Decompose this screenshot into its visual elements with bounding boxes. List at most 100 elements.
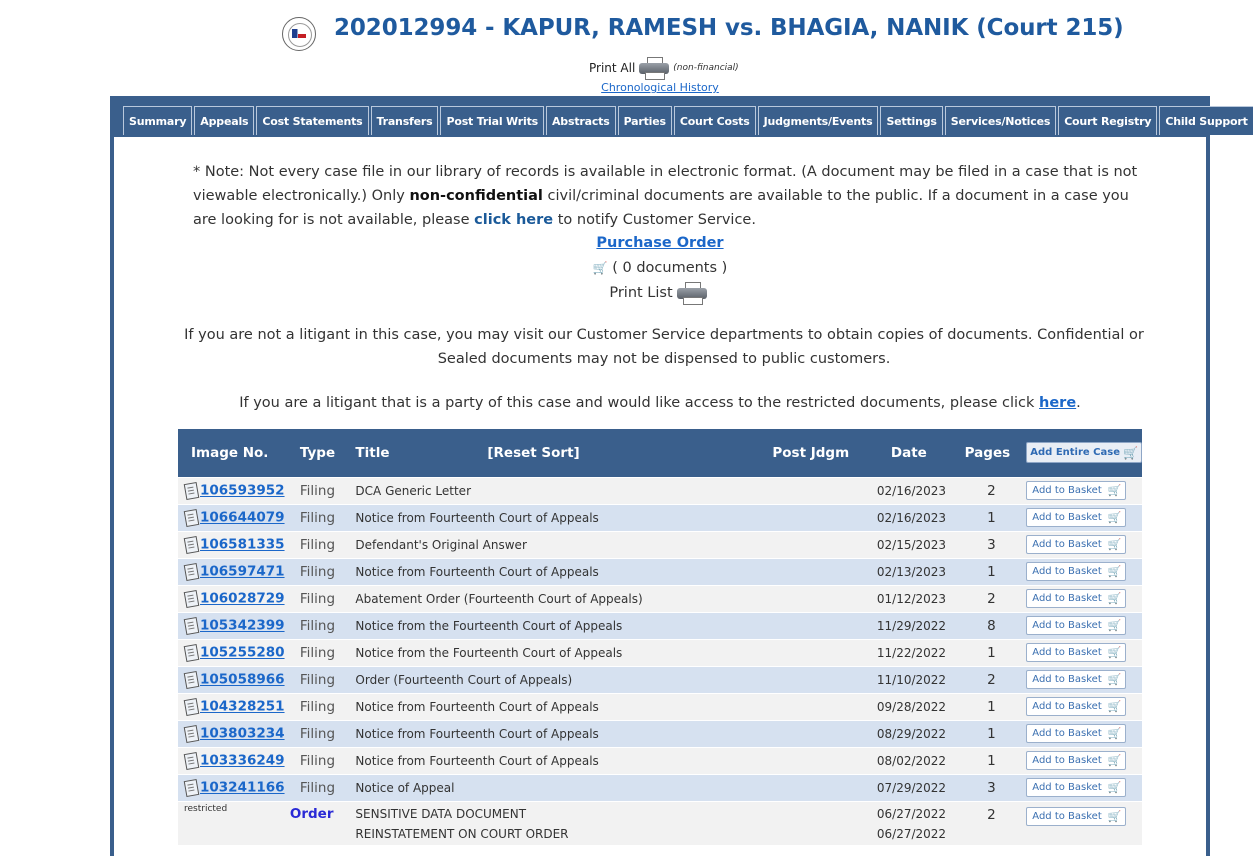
image-link[interactable]: 106644079 [200, 510, 285, 526]
image-link[interactable]: 105342399 [200, 618, 285, 634]
pages-cell: 3 [957, 774, 1027, 801]
printer-icon[interactable] [639, 57, 669, 79]
reset-sort-text[interactable]: [Reset Sort] [487, 445, 579, 461]
col-add: Add Entire Case🛒 [1026, 429, 1142, 477]
add-to-basket-button[interactable]: Add to Basket🛒 [1026, 535, 1126, 554]
basket-cell: Add to Basket🛒 [1026, 612, 1142, 639]
col-image-no[interactable]: Image No. [178, 429, 290, 477]
document-icon[interactable] [184, 590, 198, 607]
availability-note: * Note: Not every case file in our libra… [193, 160, 1143, 232]
add-to-basket-button[interactable]: Add to Basket🛒 [1026, 616, 1126, 635]
purchase-order-link[interactable]: Purchase Order [596, 235, 723, 251]
pages-cell: 1 [957, 720, 1027, 747]
document-icon[interactable] [184, 563, 198, 580]
image-link[interactable]: 106581335 [200, 537, 285, 553]
tab-judgments-events[interactable]: Judgments/Events [758, 106, 879, 135]
post-jdgm-cell [772, 504, 877, 531]
cart-icon: 🛒 [1108, 673, 1122, 686]
document-icon[interactable] [184, 671, 198, 688]
page-header: 202012994 - KAPUR, RAMESH vs. BHAGIA, NA… [0, 14, 1253, 54]
document-icon[interactable] [184, 482, 198, 499]
cart-icon[interactable]: 🛒 [593, 261, 608, 275]
pages-cell: 3 [957, 531, 1027, 558]
image-no-cell: 105342399 [178, 612, 290, 639]
type-cell: Order [290, 801, 356, 845]
document-icon[interactable] [184, 644, 198, 661]
pages-cell: 2 [957, 585, 1027, 612]
document-icon[interactable] [184, 509, 198, 526]
add-to-basket-button[interactable]: Add to Basket🛒 [1026, 508, 1126, 527]
col-post-jdgm[interactable]: Post Jdgm [772, 429, 877, 477]
chronological-history-link[interactable]: Chronological History [601, 81, 719, 94]
add-to-basket-button[interactable]: Add to Basket🛒 [1026, 724, 1126, 743]
image-link[interactable]: 104328251 [200, 699, 285, 715]
image-link[interactable]: 105058966 [200, 672, 285, 688]
tab-court-registry[interactable]: Court Registry [1058, 106, 1157, 135]
document-icon[interactable] [184, 536, 198, 553]
restricted-label: restricted [178, 801, 290, 845]
table-row-restricted: restrictedOrderSENSITIVE DATA DOCUMENTRE… [178, 801, 1142, 845]
tab-cost-statements[interactable]: Cost Statements [256, 106, 368, 135]
print-list-printer-icon[interactable] [677, 282, 707, 304]
add-to-basket-button[interactable]: Add to Basket🛒 [1026, 562, 1126, 581]
col-date[interactable]: Date [877, 429, 957, 477]
chronological-history-row: Chronological History [0, 81, 1253, 94]
col-title[interactable]: Title [355, 429, 487, 477]
reset-sort-link[interactable]: [Reset Sort] [487, 429, 772, 477]
date-cell: 11/29/2022 [877, 612, 957, 639]
add-to-basket-button[interactable]: Add to Basket🛒 [1026, 807, 1126, 826]
document-icon[interactable] [184, 698, 198, 715]
cart-icon: 🛒 [1108, 484, 1122, 497]
image-link[interactable]: 106593952 [200, 483, 285, 499]
image-no-cell: 106581335 [178, 531, 290, 558]
image-link[interactable]: 106597471 [200, 564, 285, 580]
image-link[interactable]: 105255280 [200, 645, 285, 661]
tab-transfers[interactable]: Transfers [371, 106, 439, 135]
image-link[interactable]: 103336249 [200, 753, 285, 769]
date-cell: 08/29/2022 [877, 720, 957, 747]
document-icon[interactable] [184, 617, 198, 634]
tab-appeals[interactable]: Appeals [194, 106, 254, 135]
post-jdgm-cell [772, 693, 877, 720]
print-all-label: Print All [589, 61, 635, 75]
basket-count: ( 0 documents ) [612, 260, 727, 276]
date-cell: 11/10/2022 [877, 666, 957, 693]
tab-court-costs[interactable]: Court Costs [674, 106, 756, 135]
table-header-row: Image No. Type Title [Reset Sort] Post J… [178, 429, 1142, 477]
tab-abstracts[interactable]: Abstracts [546, 106, 616, 135]
click-here-link[interactable]: click here [474, 212, 553, 228]
col-type[interactable]: Type [290, 429, 356, 477]
cart-icon: 🛒 [1108, 565, 1122, 578]
add-to-basket-button[interactable]: Add to Basket🛒 [1026, 670, 1126, 689]
add-to-basket-button[interactable]: Add to Basket🛒 [1026, 481, 1126, 500]
tab-parties[interactable]: Parties [618, 106, 672, 135]
add-to-basket-button[interactable]: Add to Basket🛒 [1026, 589, 1126, 608]
document-icon[interactable] [184, 752, 198, 769]
add-to-basket-button[interactable]: Add to Basket🛒 [1026, 643, 1126, 662]
tab-settings[interactable]: Settings [880, 106, 942, 135]
document-icon[interactable] [184, 779, 198, 796]
add-to-basket-button[interactable]: Add to Basket🛒 [1026, 751, 1126, 770]
title-cell: Notice from Fourteenth Court of Appeals [355, 558, 772, 585]
tab-summary[interactable]: Summary [123, 106, 192, 135]
image-no-cell: 105255280 [178, 639, 290, 666]
post-jdgm-cell [772, 720, 877, 747]
image-link[interactable]: 103241166 [200, 780, 285, 796]
tab-post-trial-writs[interactable]: Post Trial Writs [440, 106, 544, 135]
add-to-basket-button[interactable]: Add to Basket🛒 [1026, 697, 1126, 716]
document-icon[interactable] [184, 725, 198, 742]
type-cell: Filing [290, 639, 356, 666]
tab-services-notices[interactable]: Services/Notices [945, 106, 1056, 135]
non-confidential-bold: non-confidential [409, 188, 542, 204]
post-jdgm-cell [772, 747, 877, 774]
add-to-basket-button[interactable]: Add to Basket🛒 [1026, 778, 1126, 797]
image-link[interactable]: 103803234 [200, 726, 285, 742]
date-cell: 02/13/2023 [877, 558, 957, 585]
image-no-cell: 106028729 [178, 585, 290, 612]
col-pages[interactable]: Pages [957, 429, 1027, 477]
restricted-access-link[interactable]: here [1039, 395, 1076, 411]
type-cell: Filing [290, 477, 356, 504]
add-entire-case-button[interactable]: Add Entire Case🛒 [1026, 442, 1142, 463]
tab-child-support[interactable]: Child Support [1159, 106, 1253, 135]
image-link[interactable]: 106028729 [200, 591, 285, 607]
